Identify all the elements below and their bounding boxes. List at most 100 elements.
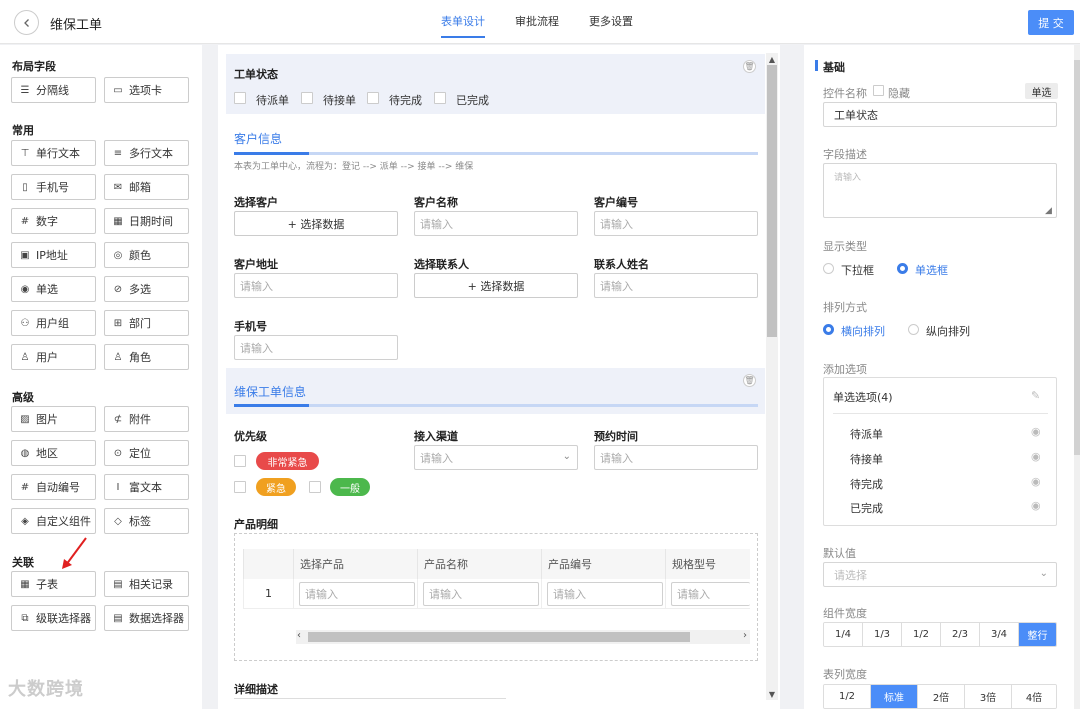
width-option-full[interactable]: 整行 xyxy=(1019,623,1056,646)
hash-icon: # xyxy=(20,481,30,493)
component-auto-number[interactable]: # 自动编号 xyxy=(11,474,96,500)
width-option-1-3[interactable]: 1/3 xyxy=(863,623,902,646)
table-horizontal-scrollbar[interactable]: ‹ › xyxy=(296,630,750,644)
col-width-option-2x[interactable]: 2倍 xyxy=(918,685,965,708)
width-option-1-4[interactable]: 1/4 xyxy=(824,623,863,646)
width-option-1-2[interactable]: 1/2 xyxy=(902,623,941,646)
contact-name-input[interactable]: 请输入 xyxy=(594,273,758,298)
component-data-select[interactable]: ▤ 数据选择器 xyxy=(104,605,189,631)
width-option-2-3[interactable]: 2/3 xyxy=(941,623,980,646)
component-locate[interactable]: ⊙ 定位 xyxy=(104,440,189,466)
customer-name-input[interactable]: 请输入 xyxy=(414,211,578,236)
component-department[interactable]: ⊞ 部门 xyxy=(104,310,189,336)
delete-icon[interactable]: 🗑 xyxy=(743,60,756,73)
delete-icon[interactable]: 🗑 xyxy=(743,374,756,387)
width-option-3-4[interactable]: 3/4 xyxy=(980,623,1019,646)
scroll-thumb[interactable] xyxy=(308,632,690,642)
radio-horizontal[interactable] xyxy=(823,324,834,335)
tab-more-settings[interactable]: 更多设置 xyxy=(589,0,633,44)
component-tag[interactable]: ◇ 标签 xyxy=(104,508,189,534)
appointment-input[interactable]: 请输入 xyxy=(594,445,758,470)
component-custom[interactable]: ◈ 自定义组件 xyxy=(11,508,96,534)
properties-scrollbar[interactable] xyxy=(1074,45,1080,709)
status-checkbox-4[interactable] xyxy=(434,92,446,104)
priority-checkbox-3[interactable] xyxy=(309,481,321,493)
product-name-input[interactable]: 请输入 xyxy=(423,582,539,606)
component-role[interactable]: ♙ 角色 xyxy=(104,344,189,370)
tab-bar: 表单设计 审批流程 更多设置 xyxy=(441,0,663,44)
select-contact-button[interactable]: + 选择数据 xyxy=(414,273,578,298)
phone-label: 手机号 xyxy=(234,320,267,333)
component-ip[interactable]: ▣ IP地址 xyxy=(11,242,96,268)
component-rich-text[interactable]: Ⅰ 富文本 xyxy=(104,474,189,500)
component-phone[interactable]: ▯ 手机号 xyxy=(11,174,96,200)
control-name-input[interactable]: 工单状态 xyxy=(823,102,1057,127)
component-attachment[interactable]: ⊄ 附件 xyxy=(104,406,189,432)
col-width-option-3x[interactable]: 3倍 xyxy=(965,685,1012,708)
back-button[interactable] xyxy=(14,10,39,35)
product-no-input[interactable]: 请输入 xyxy=(547,582,663,606)
component-region[interactable]: ◍ 地区 xyxy=(11,440,96,466)
submit-button[interactable]: 提 交 xyxy=(1028,10,1074,35)
eye-icon[interactable]: ◉ xyxy=(1031,450,1041,463)
scroll-thumb[interactable] xyxy=(1074,60,1080,455)
status-checkbox-3[interactable] xyxy=(367,92,379,104)
status-field-block[interactable] xyxy=(226,54,765,114)
component-color[interactable]: ◎ 颜色 xyxy=(104,242,189,268)
location-pin-icon: ◍ xyxy=(20,447,30,459)
col-width-option-4x[interactable]: 4倍 xyxy=(1012,685,1056,708)
department-icon: ⊞ xyxy=(113,317,123,329)
col-width-option-standard[interactable]: 标准 xyxy=(871,685,918,708)
component-image[interactable]: ▨ 图片 xyxy=(11,406,96,432)
customer-no-label: 客户编号 xyxy=(594,196,638,209)
component-mail[interactable]: ✉ 邮箱 xyxy=(104,174,189,200)
tab-form-design[interactable]: 表单设计 xyxy=(441,0,485,44)
form-vertical-scrollbar[interactable]: ▲ ▼ xyxy=(766,53,778,700)
scroll-thumb[interactable] xyxy=(767,65,777,337)
field-desc-textarea[interactable]: 请输入 xyxy=(823,163,1057,218)
scroll-right-icon[interactable]: › xyxy=(743,630,747,641)
edit-pencil-icon[interactable]: ✎ xyxy=(1031,389,1040,402)
customer-no-input[interactable]: 请输入 xyxy=(594,211,758,236)
component-datetime[interactable]: ▦ 日期时间 xyxy=(104,208,189,234)
eye-icon[interactable]: ◉ xyxy=(1031,425,1041,438)
status-checkbox-2[interactable] xyxy=(301,92,313,104)
product-select-input[interactable]: 请输入 xyxy=(299,582,415,606)
component-number[interactable]: # 数字 xyxy=(11,208,96,234)
col-width-option-half[interactable]: 1/2 xyxy=(824,685,871,708)
order-section-block[interactable] xyxy=(226,368,765,414)
select-customer-button[interactable]: + 选择数据 xyxy=(234,211,398,236)
phone-input[interactable]: 请输入 xyxy=(234,335,398,360)
customer-address-input[interactable]: 请输入 xyxy=(234,273,398,298)
scroll-down-icon[interactable]: ▼ xyxy=(766,688,778,700)
scroll-up-icon[interactable]: ▲ xyxy=(766,53,778,65)
eye-icon[interactable]: ◉ xyxy=(1031,475,1041,488)
radio-dropdown[interactable] xyxy=(823,263,834,274)
resize-handle-icon[interactable]: ◢ xyxy=(1045,206,1052,216)
component-related-records[interactable]: ▤ 相关记录 xyxy=(104,571,189,597)
component-cascade[interactable]: ⧉ 级联选择器 xyxy=(11,605,96,631)
tab-icon: ▭ xyxy=(113,84,123,96)
component-tab[interactable]: ▭ 选项卡 xyxy=(104,77,189,103)
component-user-group[interactable]: ⚇ 用户组 xyxy=(11,310,96,336)
default-select[interactable]: 请选择 ⌄ xyxy=(823,562,1057,587)
status-option-3: 待完成 xyxy=(389,94,422,107)
component-single-text[interactable]: ⊤ 单行文本 xyxy=(11,140,96,166)
hide-checkbox[interactable] xyxy=(873,85,884,96)
component-subtable[interactable]: ▦ 子表 xyxy=(11,571,96,597)
component-user[interactable]: ♙ 用户 xyxy=(11,344,96,370)
radio-single-box[interactable] xyxy=(897,263,908,274)
component-multi-text[interactable]: ≡ 多行文本 xyxy=(104,140,189,166)
channel-select[interactable]: 请输入 ⌄ xyxy=(414,445,578,470)
scroll-left-icon[interactable]: ‹ xyxy=(297,630,301,641)
eye-icon[interactable]: ◉ xyxy=(1031,499,1041,512)
status-checkbox-1[interactable] xyxy=(234,92,246,104)
tab-approval-flow[interactable]: 审批流程 xyxy=(515,0,559,44)
radio-vertical[interactable] xyxy=(908,324,919,335)
priority-checkbox-2[interactable] xyxy=(234,481,246,493)
component-divider[interactable]: ☰ 分隔线 xyxy=(11,77,96,103)
component-checkbox[interactable]: ⊘ 多选 xyxy=(104,276,189,302)
product-spec-input[interactable]: 请输入 xyxy=(671,582,750,606)
priority-checkbox-1[interactable] xyxy=(234,455,246,467)
component-radio[interactable]: ◉ 单选 xyxy=(11,276,96,302)
